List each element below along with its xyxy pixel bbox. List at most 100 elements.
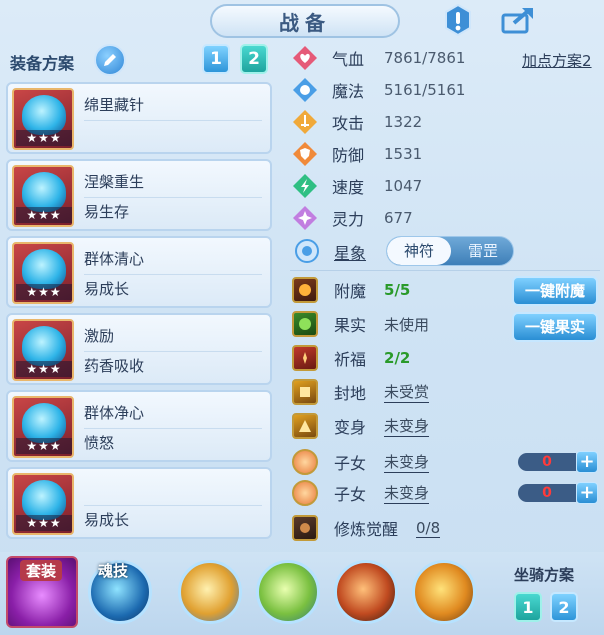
- heart-icon: [292, 45, 318, 71]
- equip-effect-2: 愤怒: [84, 434, 115, 452]
- stepper-value: 0: [518, 484, 576, 502]
- suit-label: 套装: [20, 560, 63, 581]
- equip-scheme-label: 装备方案: [10, 54, 75, 73]
- equip-effect-1: 涅槃重生: [84, 173, 145, 191]
- one-click-fruit-button[interactable]: 一键果实: [512, 312, 598, 342]
- star-rating: ★★★: [16, 438, 72, 454]
- exclamation-icon: [445, 3, 471, 37]
- stat-value: 677: [384, 209, 413, 227]
- toggle-option-leigang[interactable]: 雷罡: [451, 237, 513, 265]
- equip-slot[interactable]: ★★★ 群体净心 愤怒: [6, 390, 272, 462]
- one-click-enchant-button[interactable]: 一键附魔: [512, 276, 598, 306]
- buff-value: 未使用: [384, 315, 430, 334]
- child-icon: [292, 449, 318, 475]
- info-button[interactable]: [438, 2, 478, 38]
- mana-icon: [292, 77, 318, 103]
- stat-defense: 防御 1531: [292, 140, 422, 168]
- equip-slot[interactable]: ★★★ 激励 药香吸收: [6, 313, 272, 385]
- buff-row: 子女 未变身: [292, 448, 430, 476]
- equip-slot[interactable]: ★★★ 易成长: [6, 467, 272, 539]
- skill-slot-2-icon[interactable]: [256, 560, 320, 624]
- shield-icon: [292, 141, 318, 167]
- skill-slot-4-icon[interactable]: [412, 560, 476, 624]
- buff-label: 子女: [334, 454, 367, 473]
- stat-label: 攻击: [332, 114, 365, 133]
- star-rating: ★★★: [16, 130, 72, 146]
- mount-scheme-label: 坐骑方案: [514, 566, 575, 584]
- child-stepper[interactable]: 0 +: [518, 482, 600, 504]
- buff-label: 果实: [334, 316, 367, 335]
- stat-value: 5161/5161: [384, 81, 466, 99]
- toggle-option-shenfu[interactable]: 神符: [387, 237, 451, 265]
- plus-icon[interactable]: +: [576, 482, 598, 504]
- buff-row: 祈福 2/2: [292, 344, 410, 372]
- buff-value[interactable]: 0/8: [416, 519, 441, 538]
- share-button[interactable]: [498, 2, 538, 38]
- buff-row: 果实 未使用: [292, 310, 429, 338]
- skill-slot-1-icon[interactable]: [178, 560, 242, 624]
- equip-scheme-1-button[interactable]: 1: [202, 44, 230, 74]
- pencil-icon: [104, 54, 116, 66]
- page-title-text: 战备: [279, 10, 331, 35]
- buff-label: 封地: [334, 384, 367, 403]
- equip-slot[interactable]: ★★★ 绵里藏针: [6, 82, 272, 154]
- mount-scheme-2-button[interactable]: 2: [550, 592, 578, 622]
- stat-mp: 魔法 5161/5161: [292, 76, 465, 104]
- stat-plan-link[interactable]: 加点方案2: [522, 50, 592, 71]
- stat-label: 气血: [332, 50, 365, 69]
- equip-icon: ★★★: [12, 473, 74, 535]
- buff-value[interactable]: 未变身: [384, 451, 430, 473]
- star-rating: ★★★: [16, 284, 72, 300]
- equip-scheme-2-button[interactable]: 2: [240, 44, 268, 74]
- plus-icon[interactable]: +: [576, 451, 598, 473]
- equip-effect-1: 激励: [84, 327, 115, 345]
- buff-label: 祈福: [334, 350, 367, 369]
- fruit-icon: [292, 311, 318, 337]
- stat-label: 灵力: [332, 210, 365, 229]
- spirit-icon: [292, 205, 318, 231]
- child-icon: [292, 480, 318, 506]
- buff-value[interactable]: 未受赏: [384, 381, 430, 403]
- stat-spirit: 灵力 677: [292, 204, 413, 232]
- buff-row: 修炼觉醒 0/8: [292, 514, 441, 542]
- equip-icon: ★★★: [12, 165, 74, 227]
- stat-label: 魔法: [332, 82, 365, 101]
- buff-value[interactable]: 未变身: [384, 482, 430, 504]
- equip-effect-2: 易成长: [84, 280, 130, 298]
- equip-icon: ★★★: [12, 88, 74, 150]
- buff-label: 附魔: [334, 282, 367, 301]
- equip-effect-1: 群体净心: [84, 404, 145, 422]
- star-rating: ★★★: [16, 207, 72, 223]
- stat-value: 1531: [384, 145, 423, 163]
- buff-row: 附魔 5/5: [292, 276, 410, 304]
- buff-value: 5/5: [384, 281, 411, 299]
- buff-value[interactable]: 未变身: [384, 415, 430, 437]
- equip-effect-2: 药香吸收: [84, 357, 145, 375]
- star-sign-icon: [294, 238, 320, 268]
- edit-scheme-button[interactable]: [94, 44, 126, 76]
- buff-value: 2/2: [384, 349, 411, 367]
- star-sign-label[interactable]: 星象: [334, 240, 366, 264]
- equip-effect-2: 易生存: [84, 203, 130, 221]
- stat-label: 速度: [332, 178, 365, 197]
- equip-icon: ★★★: [12, 242, 74, 304]
- stat-value: 7861/7861: [384, 49, 466, 67]
- stat-hp: 气血 7861/7861: [292, 44, 465, 72]
- soul-skill-label: 魂技: [98, 562, 129, 580]
- equip-slot[interactable]: ★★★ 涅槃重生 易生存: [6, 159, 272, 231]
- mount-scheme-1-button[interactable]: 1: [514, 592, 542, 622]
- buff-label: 子女: [334, 485, 367, 504]
- skill-slot-3-icon[interactable]: [334, 560, 398, 624]
- child-stepper[interactable]: 0 +: [518, 451, 600, 473]
- stat-attack: 攻击 1322: [292, 108, 422, 136]
- buff-row: 子女 未变身: [292, 479, 430, 507]
- divider: [290, 270, 600, 271]
- equip-effect-2: 易成长: [84, 511, 130, 529]
- stat-value: 1047: [384, 177, 423, 195]
- lightning-icon: [292, 173, 318, 199]
- buff-label: 修炼觉醒: [334, 520, 399, 539]
- fief-icon: [292, 379, 318, 405]
- equip-slot[interactable]: ★★★ 群体清心 易成长: [6, 236, 272, 308]
- equip-icon: ★★★: [12, 396, 74, 458]
- star-sign-toggle[interactable]: 神符 雷罡: [386, 236, 514, 266]
